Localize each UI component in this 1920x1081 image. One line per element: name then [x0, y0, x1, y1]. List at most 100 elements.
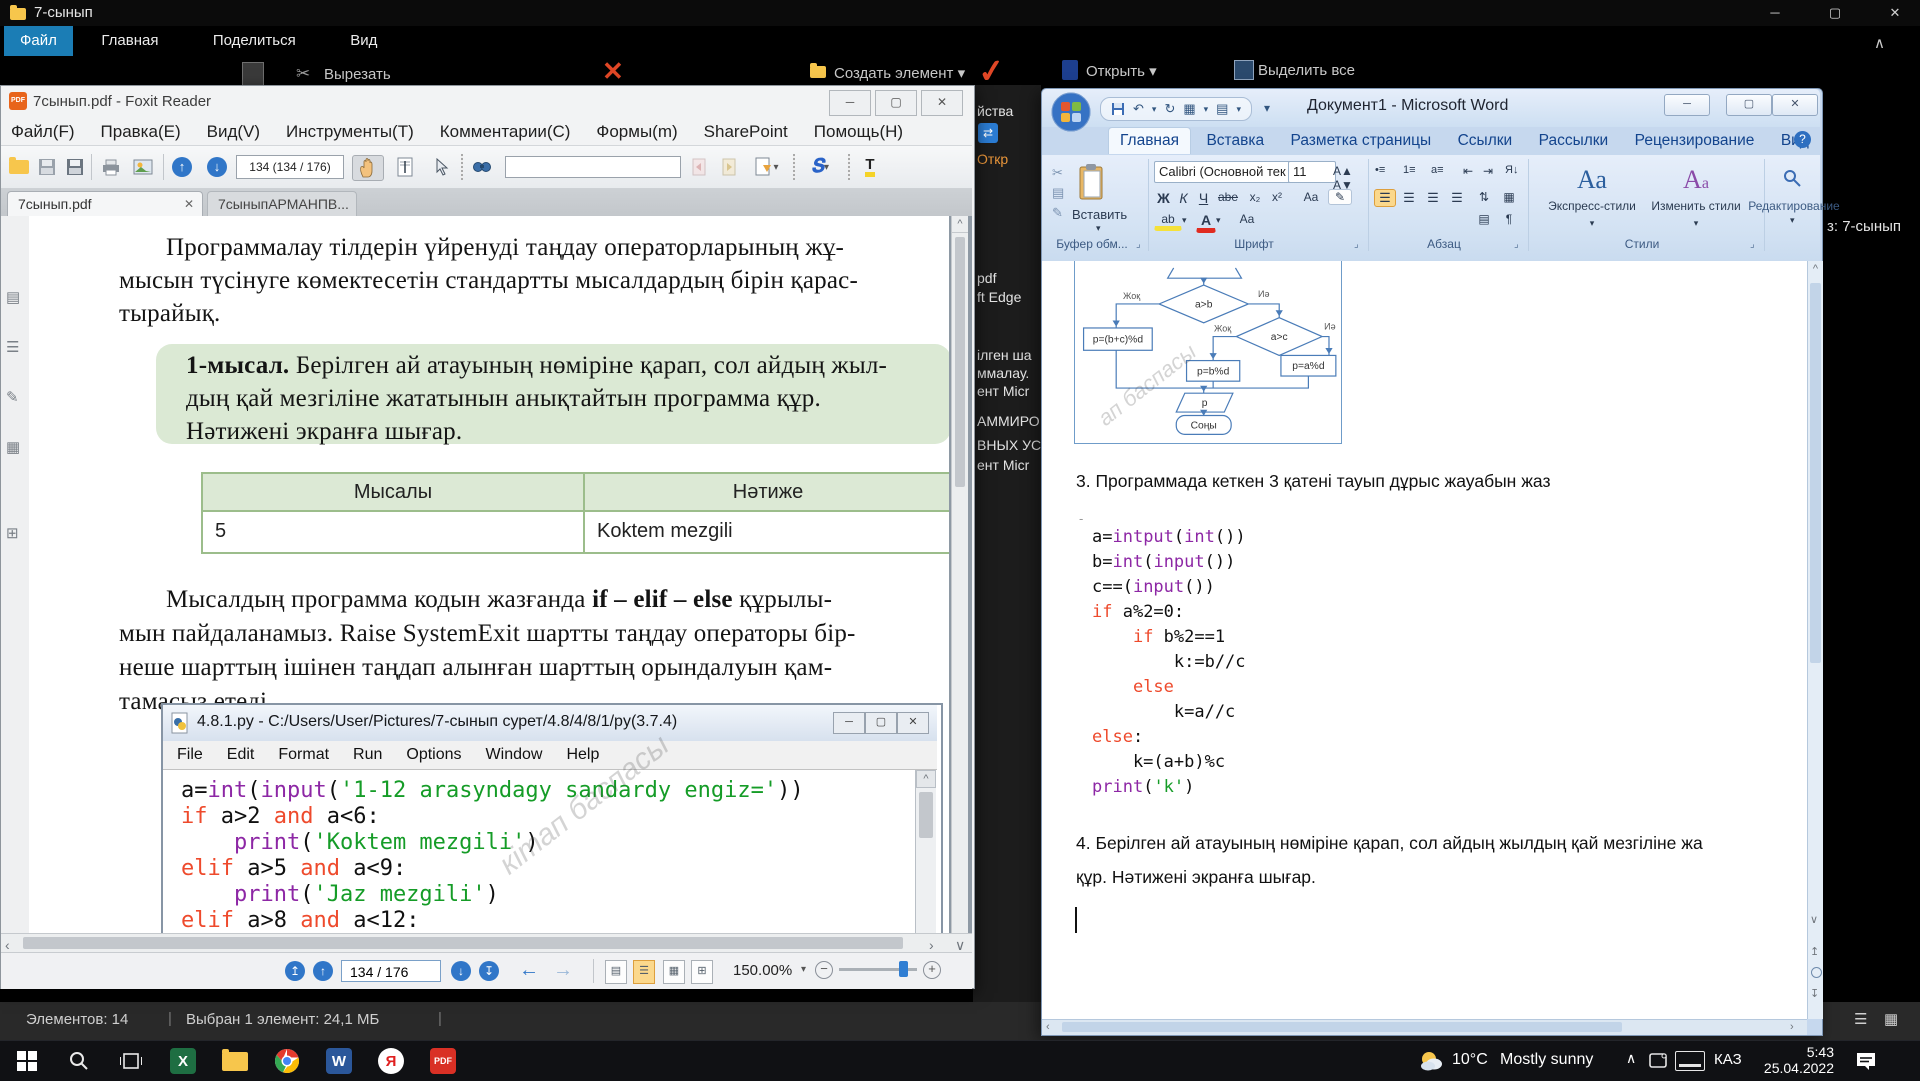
find-next-icon[interactable] [717, 155, 741, 179]
zoom-in-button[interactable]: + [923, 961, 941, 979]
search-button[interactable] [56, 1041, 102, 1081]
tab-references[interactable]: Ссылки [1447, 128, 1524, 154]
help-icon[interactable]: ? [1794, 131, 1811, 148]
select-text-icon[interactable] [393, 155, 417, 179]
taskbar-pdf-icon[interactable]: PDF [420, 1041, 466, 1081]
next-page-icon[interactable]: ↓ [205, 155, 229, 179]
decrease-indent-button[interactable]: ⇤ [1462, 163, 1474, 179]
word-horizontal-scrollbar[interactable]: ‹ › [1042, 1019, 1807, 1035]
word-vertical-scrollbar[interactable]: ^ ∨ ↥ ↧ [1807, 261, 1823, 1019]
file-fragment[interactable]: ент Micr [977, 383, 1029, 399]
prev-page-button[interactable]: ↑ [313, 961, 333, 981]
file-fragment[interactable]: ВНЫХ УС [977, 437, 1041, 453]
font-color-button[interactable]: А [1196, 211, 1216, 233]
word-close-button[interactable]: ✕ [1772, 94, 1818, 116]
shading-button[interactable]: ▤ [1472, 211, 1496, 227]
connected-pdf-icon[interactable]: 𝐒▾ [803, 155, 837, 179]
search-icon[interactable] [470, 155, 494, 179]
last-page-button[interactable]: ↧ [479, 961, 499, 981]
font-size-combo[interactable]: 11 [1288, 161, 1336, 183]
group-launcher-icon[interactable]: ⌟ [1750, 239, 1755, 250]
zoom-out-button[interactable]: − [815, 961, 833, 979]
underline-button[interactable]: Ч [1194, 189, 1213, 207]
foxit-maximize-button[interactable]: ▢ [875, 90, 917, 116]
tray-chevron-icon[interactable]: ∧ [1626, 1050, 1636, 1067]
flowchart-image[interactable]: a>b a>c p=(b+c)%d p=b%d p=a%d p Соңы Жоқ… [1074, 261, 1342, 444]
taskbar-chrome-icon[interactable] [264, 1041, 310, 1081]
clock[interactable]: 5:43 25.04.2022 [1756, 1044, 1834, 1076]
document-tab-active[interactable]: 7сынып.pdf ✕ [7, 191, 203, 216]
taskbar-yandex-icon[interactable]: Я [368, 1041, 414, 1081]
zoom-level[interactable]: 150.00% [733, 962, 792, 979]
chevron-up-icon[interactable]: ∧ [1874, 34, 1885, 52]
menu-file[interactable]: Файл(F) [11, 122, 75, 142]
recent-pages-icon[interactable]: ▾ [750, 155, 784, 179]
find-previous-icon[interactable] [687, 155, 711, 179]
find-icon[interactable] [1782, 167, 1806, 187]
highlight-color-button[interactable]: ab [1154, 211, 1182, 231]
tablet-mode-icon[interactable] [1642, 1041, 1674, 1081]
tab-home[interactable]: Главная [1108, 127, 1191, 154]
document-tab[interactable]: 7сыныпАРМАНПВ... [207, 191, 357, 216]
word-document[interactable]: a>b a>c p=(b+c)%d p=b%d p=a%d p Соңы Жоқ… [1042, 261, 1807, 1019]
zoom-dropdown-icon[interactable]: ▾ [801, 964, 806, 975]
tab-close-icon[interactable]: ✕ [184, 192, 194, 217]
pdf-horizontal-scrollbar[interactable]: ‹ › ∨ [1, 933, 972, 953]
qat-dropdown-icon[interactable]: ▾ [1236, 104, 1241, 115]
copy-icon[interactable]: ▤ [1052, 185, 1064, 201]
word-maximize-button[interactable]: ▢ [1726, 94, 1772, 116]
next-view-button[interactable]: → [553, 959, 573, 982]
align-left-button[interactable]: ☰ [1374, 189, 1396, 207]
borders-button[interactable]: ▦ [1498, 189, 1520, 205]
save-icon[interactable] [35, 155, 59, 179]
italic-button[interactable]: К [1174, 189, 1193, 207]
highlight-text-icon[interactable]: T [858, 155, 882, 179]
quick-styles-button[interactable]: Аа Экспресс-стили ▾ [1546, 165, 1638, 231]
language-indicator[interactable]: КАЗ [1714, 1051, 1742, 1068]
bold-button[interactable]: Ж [1154, 189, 1173, 207]
task-view-button[interactable] [108, 1041, 154, 1081]
table-icon[interactable]: ▦ [1183, 101, 1195, 117]
undo-icon[interactable]: ↶ [1133, 101, 1144, 117]
group-launcher-icon[interactable]: ⌟ [1136, 239, 1141, 250]
menu-view[interactable]: Вид(V) [207, 122, 260, 142]
explorer-tab-home[interactable]: Главная [85, 26, 174, 56]
menu-forms[interactable]: Формы(m) [596, 122, 677, 142]
first-page-button[interactable]: ↥ [285, 961, 305, 981]
cut-icon[interactable]: ✂ [1052, 165, 1063, 181]
pdf-vertical-scrollbar[interactable]: ^ [951, 216, 968, 933]
tab-review[interactable]: Рецензирование [1624, 128, 1766, 154]
strikethrough-button[interactable]: abe [1214, 189, 1242, 205]
explorer-cut-button[interactable]: Вырезать [324, 66, 391, 83]
taskbar-excel-icon[interactable]: X [160, 1041, 206, 1081]
change-case-button[interactable]: Aa [1298, 189, 1324, 205]
superscript-button[interactable]: x² [1266, 189, 1288, 205]
paste-icon[interactable] [1076, 163, 1106, 203]
file-fragment[interactable]: ммалау. [977, 365, 1029, 381]
tab-mailings[interactable]: Рассылки [1528, 128, 1620, 154]
table-dropdown-icon[interactable]: ▾ [1204, 104, 1209, 115]
attachments-panel-icon[interactable]: ▦ [6, 438, 20, 456]
weather-desc[interactable]: Mostly sunny [1500, 1051, 1593, 1069]
previous-page-icon[interactable]: ↑ [170, 155, 194, 179]
pages-panel-icon[interactable]: ☰ [6, 338, 19, 356]
scroll-down-icon[interactable]: ∨ [1810, 913, 1818, 926]
browse-object-icon[interactable] [1811, 967, 1822, 978]
thumbnail-view-icon[interactable]: ⊞ [691, 960, 713, 984]
line-spacing-button[interactable]: ⇅ [1472, 189, 1496, 205]
explorer-new-item-button[interactable]: Создать элемент ▾ [834, 64, 965, 82]
file-fragment[interactable]: АММИРО [977, 413, 1040, 429]
change-styles-button[interactable]: Аа Изменить стили ▾ [1650, 165, 1742, 231]
previous-view-button[interactable]: ← [519, 959, 539, 982]
print-icon[interactable] [99, 155, 123, 179]
bookmarks-panel-icon[interactable]: ▤ [6, 288, 20, 306]
explorer-close-button[interactable]: ✕ [1872, 1, 1918, 25]
paste-special-icon[interactable]: ▤ [1216, 101, 1228, 117]
explorer-tab-file[interactable]: Файл [4, 26, 73, 56]
scroll-right-icon[interactable]: › [1790, 1021, 1794, 1033]
paste-label[interactable]: Вставить [1072, 207, 1127, 222]
scroll-up-icon[interactable]: ^ [952, 216, 968, 233]
bullets-button[interactable]: •≡ [1374, 163, 1386, 177]
file-fragment[interactable]: ент Micr [977, 457, 1029, 473]
highlight-dropdown-icon[interactable]: ▾ [1182, 215, 1187, 226]
